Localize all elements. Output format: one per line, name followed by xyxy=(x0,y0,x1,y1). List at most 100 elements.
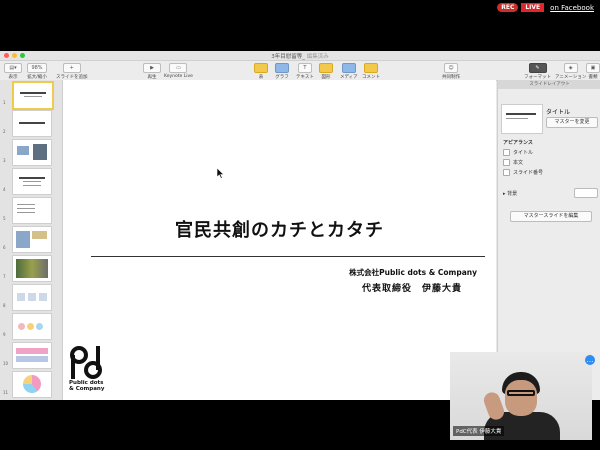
background-color-well[interactable] xyxy=(574,188,598,198)
slide-number: 7 xyxy=(3,274,6,279)
body-checkbox-label: 本文 xyxy=(513,160,524,166)
title-checkbox-label: タイトル xyxy=(513,150,534,156)
slide-preview xyxy=(12,168,52,195)
slide-thumbnail[interactable]: 6 xyxy=(3,226,60,253)
title-divider xyxy=(91,256,485,257)
slide-thumbnail[interactable]: 7 xyxy=(3,255,60,282)
slide-thumbnail[interactable]: 2 xyxy=(3,110,60,137)
tab-slide-layout[interactable]: スライドレイアウト xyxy=(498,80,600,89)
slide-number: 8 xyxy=(3,303,6,308)
slide-number: 9 xyxy=(3,332,6,337)
slide-thumbnail[interactable]: 9 xyxy=(3,313,60,340)
title-checkbox-row[interactable]: タイトル xyxy=(503,149,533,156)
slide-preview xyxy=(12,255,52,282)
document-button[interactable]: ▣ 書類 xyxy=(586,63,600,80)
title-bar: 3年目慰留等_ 編集済み xyxy=(0,51,600,61)
keynote-live-button[interactable]: ▭ Keynote Live xyxy=(164,63,193,79)
more-options-icon[interactable]: … xyxy=(585,355,595,365)
appearance-heading: アピアランス xyxy=(503,140,533,146)
background-row[interactable]: ▸ 背景 xyxy=(503,190,517,197)
current-slide[interactable]: 官民共創のカチとカタチ 株式会社Public dots & Company 代表… xyxy=(63,80,496,400)
slide-navigator: 1 2 3 4 5 6 7 8 9 10 11 xyxy=(0,80,63,400)
logo-line-2: & Company xyxy=(69,386,105,392)
slide-canvas[interactable]: 官民共創のカチとカタチ 株式会社Public dots & Company 代表… xyxy=(63,80,496,400)
slide-number: 3 xyxy=(3,158,6,163)
participant-video[interactable]: PdC代表 伊藤大貴 xyxy=(450,352,592,440)
slide-preview xyxy=(12,110,52,137)
slide-thumbnail[interactable]: 5 xyxy=(3,197,60,224)
zoom-control[interactable]: 98% 拡大/縮小 xyxy=(27,63,47,80)
view-button[interactable]: ▤▾ 表示 xyxy=(4,63,22,80)
logo-wordmark: Public dots & Company xyxy=(69,380,104,392)
slide-number-checkbox-label: スライド番号 xyxy=(513,170,544,176)
mouse-cursor-icon xyxy=(217,168,225,179)
add-slide-button[interactable]: + スライドを追加 xyxy=(56,63,88,80)
shape-button[interactable]: 図形 xyxy=(319,63,333,80)
presenter-name[interactable]: 代表取締役 伊藤大貴 xyxy=(362,281,462,294)
view-icon: ▤▾ xyxy=(4,63,22,73)
slide-preview xyxy=(12,284,52,311)
collaborate-icon: ☺ xyxy=(444,63,458,73)
participant-glasses xyxy=(507,390,535,396)
comment-icon xyxy=(364,63,378,73)
slide-preview xyxy=(12,371,52,398)
inspector-tabs: スライドレイアウト xyxy=(498,80,600,89)
slide-thumbnail[interactable]: 3 xyxy=(3,139,60,166)
company-name[interactable]: 株式会社Public dots & Company xyxy=(349,267,477,278)
chart-icon xyxy=(275,63,289,73)
slide-thumbnail[interactable]: 11 xyxy=(3,371,60,398)
text-button[interactable]: T テキスト xyxy=(296,63,314,80)
edit-master-slide-button[interactable]: マスタースライドを編集 xyxy=(510,211,592,222)
disclosure-triangle-icon[interactable]: ▸ xyxy=(503,191,506,197)
chart-button[interactable]: グラフ xyxy=(275,63,289,80)
media-button[interactable]: メディア xyxy=(340,63,358,80)
participant-face xyxy=(505,380,537,416)
slide-number-checkbox-row[interactable]: スライド番号 xyxy=(503,169,543,176)
change-master-button[interactable]: マスターを変更 xyxy=(546,117,598,128)
body-checkbox[interactable] xyxy=(503,159,510,166)
slide-number: 1 xyxy=(3,100,6,105)
slide-preview xyxy=(12,342,52,369)
slide-number: 4 xyxy=(3,187,6,192)
slide-preview xyxy=(12,139,52,166)
document-icon: ▣ xyxy=(586,63,600,73)
edited-status: 編集済み xyxy=(306,54,329,60)
slide-number: 6 xyxy=(3,245,6,250)
slide-thumbnail[interactable]: 10 xyxy=(3,342,60,369)
play-button[interactable]: ▶ 再生 xyxy=(143,63,161,80)
format-button[interactable]: ✎ フォーマット xyxy=(524,63,551,80)
layout-name: タイトル xyxy=(546,109,571,116)
body-checkbox-row[interactable]: 本文 xyxy=(503,159,523,166)
facebook-link[interactable]: on Facebook xyxy=(550,4,594,12)
keynote-window: 3年目慰留等_ 編集済み ▤▾ 表示 98% 拡大/縮小 + スライドを追加 ▶… xyxy=(0,51,600,400)
slide-number: 11 xyxy=(3,390,9,395)
format-icon: ✎ xyxy=(528,63,547,73)
slide-thumbnail[interactable]: 8 xyxy=(3,284,60,311)
participant-name: PdC代表 伊藤大貴 xyxy=(453,426,505,436)
table-icon xyxy=(254,63,268,73)
animate-button[interactable]: ◈ アニメーション xyxy=(555,63,586,80)
layout-thumbnail[interactable] xyxy=(501,104,543,134)
slide-number: 2 xyxy=(3,129,6,134)
document-name: 3年目慰留等_ xyxy=(271,54,305,60)
document-title: 3年目慰留等_ 編集済み xyxy=(0,52,600,60)
slide-number-checkbox[interactable] xyxy=(503,169,510,176)
comment-button[interactable]: コメント xyxy=(362,63,380,80)
keynote-live-icon: ▭ xyxy=(169,63,188,73)
collaborate-button[interactable]: ☺ 共同制作 xyxy=(442,63,460,80)
table-button[interactable]: 表 xyxy=(254,63,268,80)
slide-preview xyxy=(12,313,52,340)
slide-thumbnail[interactable]: 4 xyxy=(3,168,60,195)
pdc-logo-icon xyxy=(70,346,102,379)
animate-icon: ◈ xyxy=(563,63,578,73)
zoom-value: 98% xyxy=(27,63,47,73)
text-icon: T xyxy=(297,63,312,73)
slide-thumbnail[interactable]: 1 xyxy=(3,81,60,110)
title-checkbox[interactable] xyxy=(503,149,510,156)
slide-title[interactable]: 官民共創のカチとカタチ xyxy=(63,216,496,242)
toolbar: ▤▾ 表示 98% 拡大/縮小 + スライドを追加 ▶ 再生 ▭ Keynote… xyxy=(0,61,600,81)
plus-icon: + xyxy=(62,63,81,73)
play-icon: ▶ xyxy=(143,63,161,73)
background-label: 背景 xyxy=(507,191,518,197)
live-status-bar: REC LIVE on Facebook xyxy=(497,3,594,12)
